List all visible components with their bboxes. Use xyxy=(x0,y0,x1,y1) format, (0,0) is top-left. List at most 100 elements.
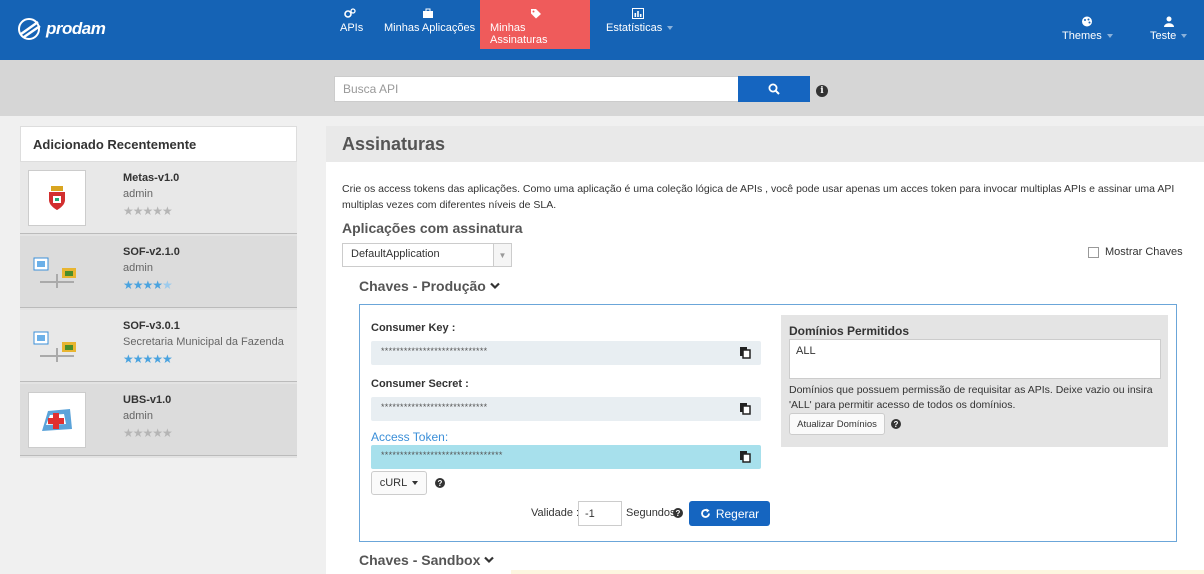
nav-estatisticas-label: Estatísticas xyxy=(606,22,674,34)
validity-label: Validade : xyxy=(531,507,580,519)
recent-api-item[interactable]: SOF-v2.1.0 admin ★★★★★ xyxy=(20,236,297,308)
show-keys-checkbox[interactable] xyxy=(1088,246,1099,258)
consumer-secret-field[interactable]: **************************** xyxy=(371,397,761,421)
allowed-domains-help: Domínios que possuem permissão de requis… xyxy=(789,384,1153,411)
nav-minhas-assinaturas-label: Minhas Assinaturas xyxy=(490,22,548,46)
chevron-down-icon xyxy=(490,282,500,290)
recent-panel-title: Adicionado Recentemente xyxy=(20,126,297,162)
copy-icon[interactable] xyxy=(739,346,751,359)
search-icon xyxy=(768,83,780,95)
nav-minhas-aplicacoes[interactable]: Minhas Aplicações xyxy=(374,0,485,49)
nav-user-label: Teste xyxy=(1150,30,1188,42)
chevron-down-icon xyxy=(484,556,495,564)
briefcase-icon xyxy=(423,8,433,18)
allowed-domains-textarea[interactable]: ALL xyxy=(789,339,1161,379)
show-keys-toggle[interactable]: Mostrar Chaves xyxy=(1088,246,1183,258)
curl-label: cURL xyxy=(379,477,408,489)
user-icon xyxy=(1163,16,1174,27)
api-rating-stars: ★★★★★ xyxy=(123,278,173,292)
api-thumbnail xyxy=(28,170,86,226)
copy-icon[interactable] xyxy=(739,450,751,463)
seconds-label: Segundos xyxy=(626,507,676,519)
consumer-secret-value: **************************** xyxy=(381,402,488,412)
nav-themes[interactable]: Themes xyxy=(1052,8,1123,57)
application-select[interactable]: DefaultApplication ▼ xyxy=(342,243,512,267)
medical-map-icon xyxy=(42,409,72,431)
api-rating-stars: ★★★★★ xyxy=(123,204,173,218)
allowed-domains-title: Domínios Permitidos xyxy=(789,324,910,338)
nav-apis-label: APIs xyxy=(340,22,364,34)
palette-icon xyxy=(1082,16,1093,27)
validity-input[interactable] xyxy=(578,501,622,526)
scale-icon xyxy=(33,331,76,362)
apps-with-subscription-title: Aplicações com assinatura xyxy=(342,220,523,236)
update-domains-button[interactable]: Atualizar Domínios xyxy=(789,413,885,435)
prodam-logo-icon xyxy=(18,18,41,40)
top-navbar: prodam APIs Minhas Aplicações Minhas Ass… xyxy=(0,0,1204,60)
page-description: Crie os access tokens das aplicações. Co… xyxy=(342,183,1175,211)
access-token-label: Access Token: xyxy=(371,430,449,444)
nav-user[interactable]: Teste xyxy=(1140,8,1197,57)
caret-down-icon xyxy=(1106,34,1113,39)
recent-api-item[interactable]: UBS-v1.0 admin ★★★★★ xyxy=(20,384,297,456)
api-thumbnail xyxy=(28,318,86,374)
consumer-secret-label: Consumer Secret : xyxy=(371,378,469,390)
nav-estatisticas[interactable]: Estatísticas xyxy=(596,0,683,49)
api-owner: admin xyxy=(123,410,153,422)
access-token-field[interactable]: ******************************** xyxy=(371,445,761,469)
sandbox-keys-toggle[interactable]: Chaves - Sandbox xyxy=(359,552,495,568)
consumer-key-value: **************************** xyxy=(381,346,488,356)
recent-list: Metas-v1.0 admin ★★★★★ SOF-v2.1.0 admin … xyxy=(20,162,297,458)
search-button[interactable] xyxy=(738,76,810,102)
scale-icon xyxy=(33,257,76,288)
regenerate-button[interactable]: Regerar xyxy=(689,501,770,526)
main-content: Assinaturas Crie os access tokens das ap… xyxy=(326,126,1204,574)
api-name: SOF-v3.0.1 xyxy=(123,320,180,332)
nav-apis[interactable]: APIs xyxy=(330,0,373,49)
sandbox-keys-title: Chaves - Sandbox xyxy=(359,552,481,568)
nav-minhas-assinaturas[interactable]: Minhas Assinaturas xyxy=(480,0,590,49)
nav-minhas-aplicacoes-label: Minhas Aplicações xyxy=(384,22,476,34)
page-title: Assinaturas xyxy=(326,126,1204,162)
domains-help-icon[interactable]: ? xyxy=(891,419,901,429)
production-keys-panel: Consumer Key : *************************… xyxy=(359,304,1177,542)
api-thumbnail xyxy=(28,244,86,300)
coat-of-arms-icon xyxy=(49,186,65,210)
cogs-icon xyxy=(344,8,356,18)
nav-themes-label: Themes xyxy=(1062,30,1113,42)
search-input[interactable] xyxy=(334,76,738,102)
brand-name: prodam xyxy=(46,19,106,38)
show-keys-label: Mostrar Chaves xyxy=(1105,246,1183,258)
api-name: UBS-v1.0 xyxy=(123,394,172,406)
api-thumbnail xyxy=(28,392,86,448)
consumer-key-field[interactable]: **************************** xyxy=(371,341,761,365)
caret-down-icon xyxy=(1181,34,1188,39)
caret-down-icon xyxy=(412,481,419,485)
regenerate-label: Regerar xyxy=(715,506,760,521)
curl-dropdown-button[interactable]: cURL xyxy=(371,471,427,495)
tags-icon xyxy=(531,9,541,19)
refresh-icon xyxy=(700,508,710,518)
api-owner: admin xyxy=(123,262,153,274)
chart-icon xyxy=(632,8,644,19)
curl-help-icon[interactable]: ? xyxy=(435,478,445,488)
validity-help-icon[interactable]: ? xyxy=(673,508,683,518)
brand-logo[interactable]: prodam xyxy=(18,18,106,40)
api-owner: Secretaria Municipal da Fazenda xyxy=(123,336,284,348)
allowed-domains-panel: Domínios Permitidos ALL Domínios que pos… xyxy=(781,315,1168,447)
production-keys-toggle[interactable]: Chaves - Produção xyxy=(359,278,500,294)
api-name: SOF-v2.1.0 xyxy=(123,246,180,258)
recent-api-item[interactable]: Metas-v1.0 admin ★★★★★ xyxy=(20,162,297,234)
search-info-icon[interactable]: i xyxy=(816,85,828,97)
select-arrow-icon: ▼ xyxy=(493,244,511,266)
recent-api-item[interactable]: SOF-v3.0.1 Secretaria Municipal da Fazen… xyxy=(20,310,297,382)
selected-application: DefaultApplication xyxy=(351,248,440,260)
api-owner: admin xyxy=(123,188,153,200)
sandbox-panel-edge xyxy=(511,570,1204,574)
consumer-key-label: Consumer Key : xyxy=(371,322,456,334)
api-name: Metas-v1.0 xyxy=(123,172,180,184)
production-keys-title: Chaves - Produção xyxy=(359,278,486,294)
access-token-value: ******************************** xyxy=(381,450,503,460)
copy-icon[interactable] xyxy=(739,402,751,415)
api-rating-stars: ★★★★★ xyxy=(123,352,173,366)
